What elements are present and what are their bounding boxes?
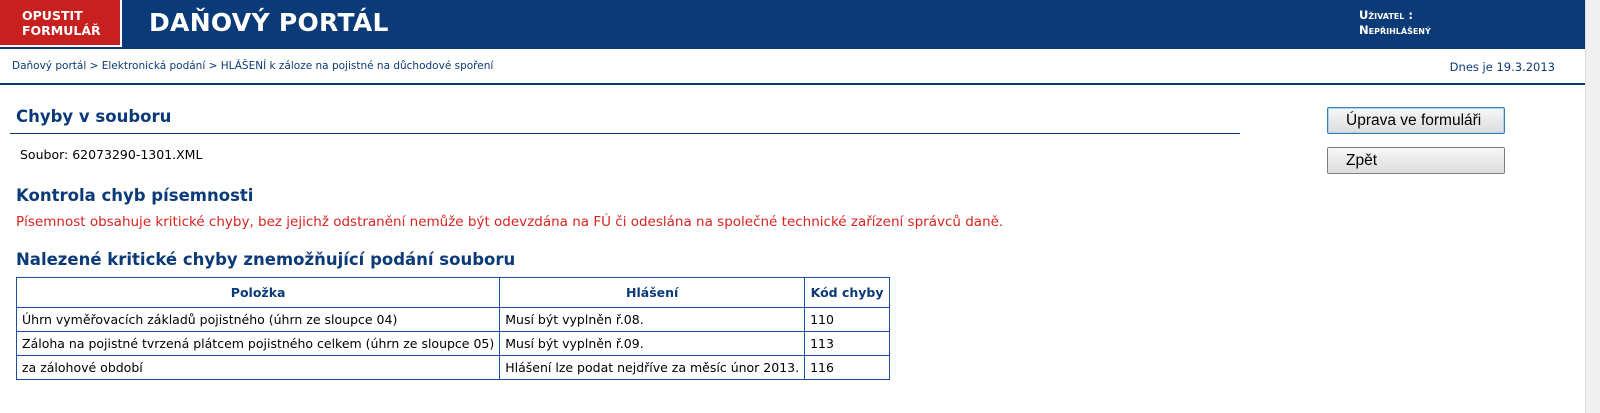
- cell-item: Záloha na pojistné tvrzená plátcem pojis…: [15, 331, 501, 356]
- portal-title: DAŇOVÝ PORTÁL: [149, 8, 389, 37]
- exit-form-label-line2: FORMULÁŘ: [22, 23, 101, 38]
- column-header-item: Položka: [15, 277, 501, 308]
- section-title-found-errors: Nalezené kritické chyby znemožňující pod…: [16, 250, 516, 269]
- breadcrumb-item-electronic-filings[interactable]: Elektronická podání: [102, 60, 206, 72]
- breadcrumb-item-tax-portal[interactable]: Daňový portál: [12, 60, 86, 72]
- breadcrumb-item-current: HLÁŠENÍ k záloze na pojistné na důchodov…: [220, 60, 494, 72]
- cell-error-code: 116: [804, 355, 891, 380]
- cell-message: Hlášení lze podat nejdříve za měsíc únor…: [499, 355, 806, 380]
- column-header-message: Hlášení: [499, 277, 806, 308]
- table-header-row: Položka Hlášení Kód chyby: [15, 277, 891, 308]
- file-name: 62073290-1301.XML: [72, 147, 203, 162]
- user-status: Nepřihlášený: [1359, 23, 1431, 37]
- breadcrumb: Daňový portál > Elektronická podání > HL…: [12, 60, 493, 72]
- cell-error-code: 113: [804, 331, 891, 356]
- exit-form-button[interactable]: OPUSTIT FORMULÁŘ: [0, 0, 122, 47]
- table-row: Úhrn vyměřovacích základů pojistného (úh…: [15, 307, 891, 332]
- section-title-file-errors: Chyby v souboru: [16, 107, 172, 126]
- cell-message: Musí být vyplněn ř.09.: [499, 331, 806, 356]
- section-divider: [10, 133, 1240, 134]
- back-button[interactable]: Zpět: [1327, 147, 1505, 174]
- column-header-error-code: Kód chyby: [804, 277, 891, 308]
- cell-item: za zálohové období: [15, 355, 501, 380]
- cell-message: Musí být vyplněn ř.08.: [499, 307, 806, 332]
- section-title-check: Kontrola chyb písemnosti: [16, 186, 254, 205]
- table-row: Záloha na pojistné tvrzená plátcem pojis…: [15, 331, 891, 356]
- exit-form-label-line1: OPUSTIT: [22, 8, 83, 23]
- vertical-scrollbar[interactable]: [1585, 0, 1600, 413]
- breadcrumb-separator: >: [89, 60, 99, 72]
- current-date: Dnes je 19.3.2013: [1449, 60, 1555, 74]
- file-label: Soubor:: [20, 147, 69, 162]
- user-label: Uživatel :: [1359, 8, 1413, 22]
- critical-warning-message: Písemnost obsahuje kritické chyby, bez j…: [16, 214, 1004, 230]
- cell-item: Úhrn vyměřovacích základů pojistného (úh…: [15, 307, 501, 332]
- cell-error-code: 110: [804, 307, 891, 332]
- breadcrumb-separator: >: [208, 60, 218, 72]
- errors-table: Položka Hlášení Kód chyby Úhrn vyměřovac…: [15, 277, 891, 380]
- edit-in-form-button[interactable]: Úprava ve formuláři: [1327, 107, 1505, 134]
- file-info: Soubor: 62073290-1301.XML: [20, 147, 202, 162]
- header-bar: OPUSTIT FORMULÁŘ DAŇOVÝ PORTÁL Uživatel …: [0, 0, 1586, 49]
- table-row: za zálohové období Hlášení lze podat nej…: [15, 355, 891, 380]
- user-info: Uživatel : Nepřihlášený: [1359, 8, 1431, 38]
